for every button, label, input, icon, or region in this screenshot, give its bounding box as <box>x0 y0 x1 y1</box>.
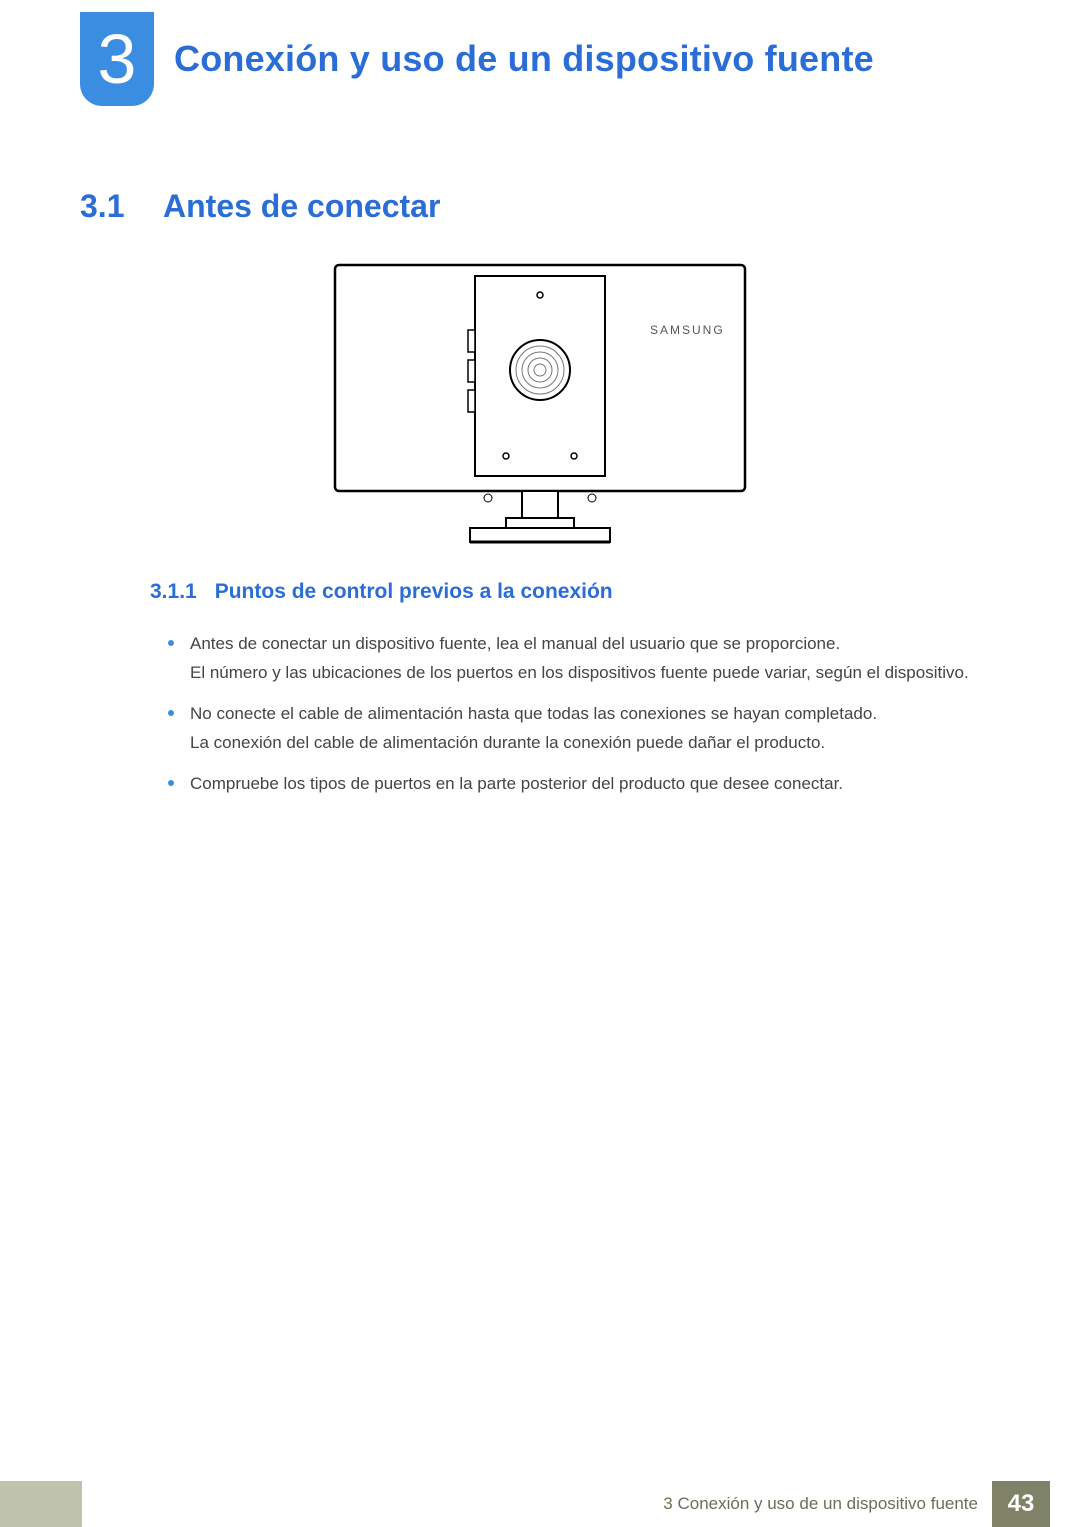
monitor-rear-icon: SAMSUNG <box>330 260 750 550</box>
chapter-title: Conexión y uso de un dispositivo fuente <box>174 38 874 80</box>
chapter-number-badge: 3 <box>80 12 154 106</box>
page: 3 Conexión y uso de un dispositivo fuent… <box>0 0 1080 1527</box>
footer-accent-block <box>0 1481 82 1527</box>
footer-page-number: 43 <box>992 1481 1050 1527</box>
section-heading: 3.1 Antes de conectar <box>80 188 440 225</box>
bullet-text-line2: El número y las ubicaciones de los puert… <box>190 659 980 688</box>
bullet-text-line2: La conexión del cable de alimentación du… <box>190 729 980 758</box>
brand-label: SAMSUNG <box>650 323 725 337</box>
bullet-text: Compruebe los tipos de puertos en la par… <box>190 774 843 793</box>
figure-monitor-rear: SAMSUNG <box>0 260 1080 550</box>
subsection-title: Puntos de control previos a la conexión <box>215 580 613 604</box>
footer-spacer <box>1050 1481 1080 1527</box>
list-item: No conecte el cable de alimentación hast… <box>168 700 980 758</box>
chapter-number: 3 <box>98 19 137 99</box>
bullet-text: Antes de conectar un dispositivo fuente,… <box>190 634 840 653</box>
section-title: Antes de conectar <box>163 188 440 225</box>
subsection-number: 3.1.1 <box>150 580 197 604</box>
bullet-list: Antes de conectar un dispositivo fuente,… <box>168 630 980 810</box>
list-item: Antes de conectar un dispositivo fuente,… <box>168 630 980 688</box>
bullet-text: No conecte el cable de alimentación hast… <box>190 704 877 723</box>
section-number: 3.1 <box>80 188 135 225</box>
chapter-header: 3 Conexión y uso de un dispositivo fuent… <box>80 12 874 106</box>
subsection-heading: 3.1.1 Puntos de control previos a la con… <box>150 580 613 604</box>
footer-breadcrumb: 3 Conexión y uso de un dispositivo fuent… <box>82 1481 992 1527</box>
list-item: Compruebe los tipos de puertos en la par… <box>168 770 980 799</box>
footer: 3 Conexión y uso de un dispositivo fuent… <box>0 1481 1080 1527</box>
